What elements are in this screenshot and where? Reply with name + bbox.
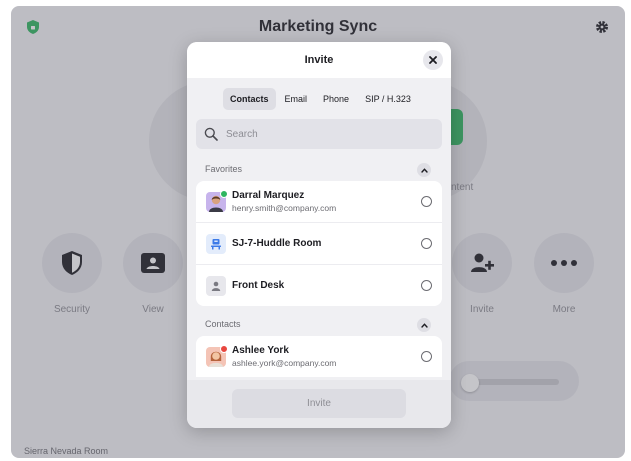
- avatar: [206, 189, 228, 212]
- favorites-list: Darral Marquez henry.smith@company.com S…: [196, 181, 442, 306]
- contacts-list: Ashlee York ashlee.york@company.com: [196, 336, 442, 377]
- select-radio[interactable]: [421, 196, 432, 207]
- tab-sip-h323[interactable]: SIP / H.323: [358, 88, 418, 110]
- list-item[interactable]: SJ-7-Huddle Room: [196, 222, 442, 264]
- favorites-section-label: Favorites: [205, 164, 243, 174]
- avatar: [206, 344, 228, 367]
- close-icon: [429, 56, 437, 64]
- contact-name: SJ-7-Huddle Room: [232, 238, 322, 249]
- dialog-footer: Invite: [187, 380, 451, 428]
- search-box: [196, 119, 442, 149]
- chevron-up-icon: [420, 322, 428, 328]
- select-radio[interactable]: [421, 280, 432, 291]
- invite-dialog: Invite Contacts Email Phone SIP / H.323 …: [187, 42, 451, 428]
- list-item[interactable]: Darral Marquez henry.smith@company.com: [196, 181, 442, 222]
- tab-contacts[interactable]: Contacts: [223, 88, 276, 110]
- contact-name: Ashlee York: [232, 345, 289, 356]
- list-item[interactable]: Ashlee York ashlee.york@company.com: [196, 336, 442, 377]
- room-icon: [206, 233, 226, 254]
- invite-button[interactable]: Invite: [232, 389, 406, 418]
- presence-busy-indicator: [220, 344, 228, 353]
- search-input[interactable]: [224, 127, 428, 141]
- close-button[interactable]: [423, 50, 443, 70]
- contacts-section-label: Contacts: [205, 319, 241, 329]
- contact-name: Front Desk: [232, 280, 285, 291]
- tab-phone[interactable]: Phone: [316, 88, 356, 110]
- contacts-collapse-toggle[interactable]: [417, 318, 431, 332]
- select-radio[interactable]: [421, 351, 432, 362]
- presence-online-indicator: [220, 189, 228, 198]
- chevron-up-icon: [420, 167, 428, 173]
- tab-email[interactable]: Email: [278, 88, 315, 110]
- person-icon: [206, 275, 226, 296]
- favorites-collapse-toggle[interactable]: [417, 163, 431, 177]
- invite-method-tabs: Contacts Email Phone SIP / H.323: [223, 88, 418, 110]
- list-item[interactable]: Front Desk: [196, 264, 442, 306]
- contact-name: Darral Marquez: [232, 190, 305, 201]
- select-radio[interactable]: [421, 238, 432, 249]
- search-icon: [204, 127, 218, 141]
- contact-email: ashlee.york@company.com: [232, 358, 337, 368]
- dialog-title: Invite: [304, 54, 334, 66]
- dialog-header: Invite: [187, 42, 451, 78]
- contact-email: henry.smith@company.com: [232, 203, 337, 213]
